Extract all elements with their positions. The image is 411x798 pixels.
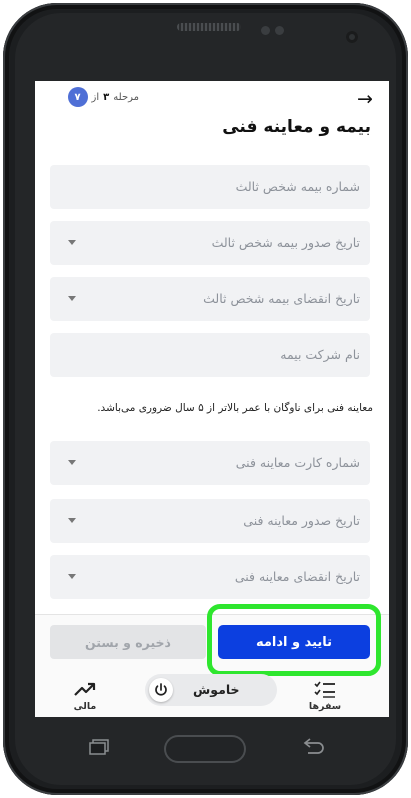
chevron-down-icon	[68, 240, 76, 245]
home-button[interactable]	[164, 735, 246, 763]
inspection-note: معاینه فنی برای ناوگان با عمر بالاتر از …	[97, 402, 373, 414]
field-placeholder: تاریخ انقضای بیمه شخص ثالث	[203, 291, 360, 306]
third-party-insurance-number-input[interactable]: شماره بیمه شخص ثالث	[50, 165, 370, 209]
chevron-down-icon	[68, 518, 76, 523]
trending-up-icon	[74, 682, 96, 696]
nav-financial[interactable]: مالی	[60, 679, 110, 715]
insurance-issue-date-select[interactable]: تاریخ صدور بیمه شخص ثالث	[50, 221, 370, 265]
inspection-issue-date-select[interactable]: تاریخ صدور معاینه فنی	[50, 499, 370, 543]
insurance-expiry-date-select[interactable]: تاریخ انقضای بیمه شخص ثالث	[50, 277, 370, 321]
step-total-badge: ۷	[67, 87, 88, 107]
nav-trips-label: سفرها	[308, 701, 342, 712]
checklist-icon	[314, 681, 335, 698]
confirm-and-continue-button[interactable]: تایید و ادامه	[218, 625, 370, 659]
front-camera-icon	[346, 31, 358, 43]
field-placeholder: تاریخ انقضای معاینه فنی	[234, 569, 360, 584]
power-icon	[149, 678, 173, 702]
earpiece-speaker	[177, 23, 241, 31]
chevron-down-icon	[68, 574, 76, 579]
insurance-company-input[interactable]: نام شرکت بیمه	[50, 333, 370, 377]
sensor-icon	[261, 26, 270, 35]
inspection-expiry-date-select[interactable]: تاریخ انقضای معاینه فنی	[50, 555, 370, 599]
save-and-close-button[interactable]: ذخیره و بستن	[50, 625, 206, 659]
chevron-down-icon	[68, 296, 76, 301]
power-status-label: خاموش	[193, 682, 240, 697]
recent-apps-icon[interactable]	[88, 739, 110, 755]
hardware-back-icon[interactable]	[300, 738, 326, 754]
step-of: از	[91, 91, 100, 103]
step-current: ۳	[103, 91, 110, 103]
field-placeholder: نام شرکت بیمه	[280, 347, 360, 362]
sensor-icon	[275, 26, 284, 35]
inspection-card-number-select[interactable]: شماره کارت معاینه فنی	[50, 441, 370, 485]
nav-trips[interactable]: سفرها	[300, 679, 350, 715]
app-screen: → مرحله ۳ از ۷ بیمه و معاینه فنی شماره ب…	[35, 81, 389, 717]
power-toggle[interactable]: خاموش	[145, 674, 277, 706]
field-placeholder: شماره بیمه شخص ثالث	[235, 179, 360, 194]
field-placeholder: شماره کارت معاینه فنی	[235, 455, 360, 470]
page-title: بیمه و معاینه فنی	[222, 117, 371, 137]
phone-frame: → مرحله ۳ از ۷ بیمه و معاینه فنی شماره ب…	[3, 3, 408, 795]
field-placeholder: تاریخ صدور بیمه شخص ثالث	[211, 235, 360, 250]
step-indicator: مرحله ۳ از ۷	[67, 87, 139, 107]
field-placeholder: تاریخ صدور معاینه فنی	[243, 513, 360, 528]
nav-financial-label: مالی	[73, 701, 97, 712]
back-arrow-icon[interactable]: →	[353, 89, 377, 109]
step-word: مرحله	[113, 91, 139, 103]
chevron-down-icon	[68, 460, 76, 465]
